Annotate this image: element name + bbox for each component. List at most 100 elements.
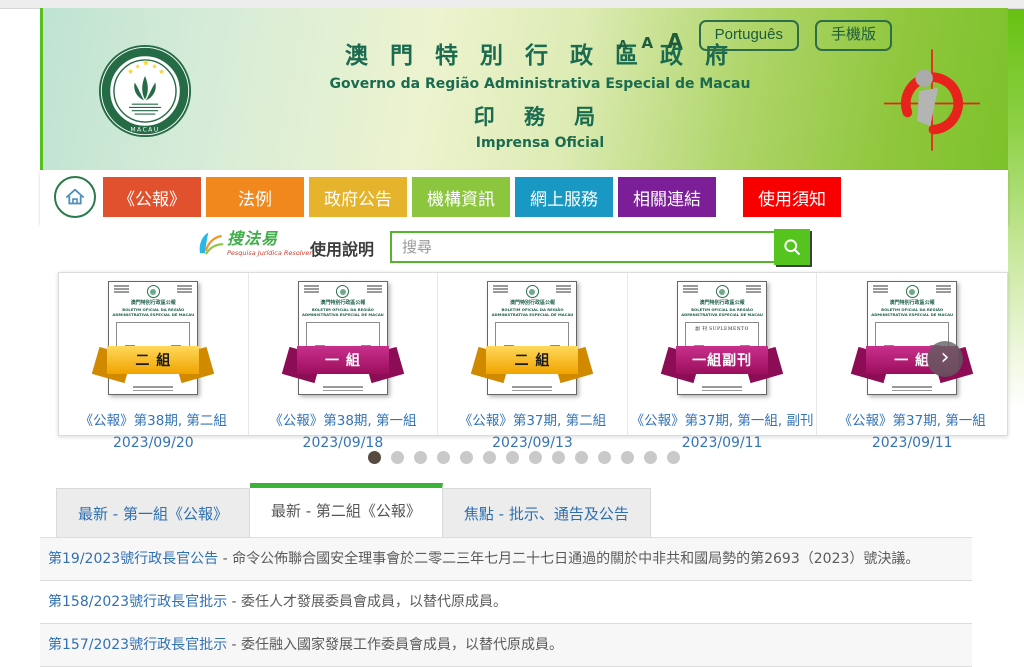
cover-title-zh: 澳門特別行政區公報 <box>868 300 956 307</box>
gazette-link[interactable]: 《公報》第38期, 第二組 <box>59 409 248 429</box>
language-portugues-button[interactable]: Português <box>699 20 799 51</box>
cover-emblem-icon <box>526 285 539 298</box>
soufayi-logo-link[interactable]: 搜法易 Pesquisa Jurídica Resolver <box>196 230 312 257</box>
gazette-link[interactable]: 《公報》第37期, 第一組, 副刊 <box>628 409 817 429</box>
cover-left-caption <box>493 285 508 294</box>
font-size-large-button[interactable]: A <box>667 31 682 51</box>
carousel-dot[interactable] <box>598 451 611 464</box>
cover-emblem-icon <box>336 285 349 298</box>
site-title-block: 澳 門 特 別 行 政 區 政 府 Governo da Região Admi… <box>290 36 790 151</box>
cover-right-caption <box>177 285 192 294</box>
carousel-dot[interactable] <box>483 451 496 464</box>
tab[interactable]: 焦點 - 批示、通告及公告 <box>443 488 651 538</box>
nav-button[interactable]: 使用須知 <box>743 177 841 217</box>
nav-button[interactable]: 法例 <box>206 177 304 217</box>
nav-button[interactable]: 《公報》 <box>103 177 201 217</box>
carousel-dot[interactable] <box>368 451 381 464</box>
carousel-pagination <box>40 449 1008 468</box>
carousel-dot[interactable] <box>575 451 588 464</box>
nav-button[interactable]: 網上服務 <box>515 177 613 217</box>
item-link[interactable]: 第19/2023號行政長官公告 <box>48 551 218 567</box>
cover-title-pt2: ADMINISTRATIVA ESPECIAL DE MACAU <box>488 312 576 317</box>
nav-button[interactable]: 相關連結 <box>618 177 716 217</box>
cover-content-box: 副 刊 SUPLEMENTO <box>306 322 380 368</box>
search-button[interactable] <box>774 229 810 265</box>
bureau-title-zh: 印 務 局 <box>290 101 790 131</box>
cover-title-zh: 澳門特別行政區公報 <box>488 300 576 307</box>
carousel-item: 澳門特別行政區公報 BOLETIM OFICIAL DA REGIÃO ADMI… <box>628 273 818 435</box>
mobile-version-button[interactable]: 手機版 <box>815 20 892 51</box>
cover-title-zh: 澳門特別行政區公報 <box>678 300 766 307</box>
nav-button[interactable]: 政府公告 <box>309 177 407 217</box>
site-header: ★ ★ ★ ★ ★ MACAU 澳 門 特 別 行 政 區 政 府 Govern… <box>40 8 1008 170</box>
carousel-dot[interactable] <box>506 451 519 464</box>
cover-right-caption <box>746 285 761 294</box>
cover-emblem-icon <box>147 285 160 298</box>
cover-content-box: 副 刊 SUPLEMENTO <box>495 322 569 368</box>
cover-title-zh: 澳門特別行政區公報 <box>299 300 387 307</box>
carousel-dot[interactable] <box>529 451 542 464</box>
carousel-dot[interactable] <box>644 451 657 464</box>
imprensa-oficial-logo <box>884 48 980 152</box>
carousel-dot[interactable] <box>460 451 473 464</box>
cover-left-caption <box>683 285 698 294</box>
item-link[interactable]: 第158/2023號行政長官批示 <box>48 594 227 610</box>
carousel-dot[interactable] <box>667 451 680 464</box>
main-navigation: 《公報》法例政府公告機構資訊網上服務相關連結使用須知 <box>40 170 1008 224</box>
cover-emblem-icon <box>716 285 729 298</box>
carousel-dot[interactable] <box>437 451 450 464</box>
home-button[interactable] <box>54 176 96 218</box>
usage-instructions-link[interactable]: 使用說明 <box>310 236 374 260</box>
cover-right-caption <box>936 285 951 294</box>
gazette-cover[interactable]: 澳門特別行政區公報 BOLETIM OFICIAL DA REGIÃO ADMI… <box>487 281 577 395</box>
cover-right-caption <box>556 285 571 294</box>
carousel-dot[interactable] <box>552 451 565 464</box>
carousel-dot[interactable] <box>414 451 427 464</box>
macau-emblem: ★ ★ ★ ★ ★ MACAU <box>98 44 192 138</box>
carousel-next-button[interactable]: › <box>927 341 963 377</box>
search-icon <box>782 237 802 257</box>
item-description: - 委任融入國家發展工作委員會成員，以替代原成員。 <box>227 637 563 653</box>
svg-text:★: ★ <box>127 67 134 76</box>
carousel-item: 澳門特別行政區公報 BOLETIM OFICIAL DA REGIÃO ADMI… <box>438 273 628 435</box>
nav-buttons: 《公報》法例政府公告機構資訊網上服務相關連結使用須知 <box>98 177 841 217</box>
page-background-gradient <box>1008 9 1024 409</box>
search-input[interactable] <box>390 231 782 263</box>
cover-content-box: 副 刊 SUPLEMENTO <box>116 322 190 368</box>
emblem-macau-text: MACAU <box>130 126 159 133</box>
gazette-cover[interactable]: 澳門特別行政區公報 BOLETIM OFICIAL DA REGIÃO ADMI… <box>108 281 198 395</box>
list-item: 第158/2023號行政長官批示 - 委任人才發展委員會成員，以替代原成員。 <box>40 580 972 623</box>
item-description: - 命令公佈聯合國安全理事會於二零二三年七月二十七日通過的關於中非共和國局勢的第… <box>218 551 919 567</box>
cover-right-caption <box>367 285 382 294</box>
cover-title-pt2: ADMINISTRATIVA ESPECIAL DE MACAU <box>678 312 766 317</box>
item-description: - 委任人才發展委員會成員，以替代原成員。 <box>227 594 507 610</box>
header-controls: A A A Português 手機版 <box>604 20 892 51</box>
cover-title-pt2: ADMINISTRATIVA ESPECIAL DE MACAU <box>868 312 956 317</box>
gazette-link[interactable]: 《公報》第38期, 第一組 <box>249 409 438 429</box>
cover-emblem-icon <box>906 285 919 298</box>
cover-left-caption <box>304 285 319 294</box>
cover-title-zh: 澳門特別行政區公報 <box>109 300 197 307</box>
carousel-track: 澳門特別行政區公報 BOLETIM OFICIAL DA REGIÃO ADMI… <box>59 273 1007 435</box>
carousel-dot[interactable] <box>621 451 634 464</box>
tab[interactable]: 最新 - 第二組《公報》 <box>250 483 443 540</box>
tab[interactable]: 最新 - 第一組《公報》 <box>56 488 250 538</box>
cover-left-caption <box>114 285 129 294</box>
font-size-small-button[interactable]: A <box>618 39 627 51</box>
font-size-medium-button[interactable]: A <box>642 36 654 51</box>
gazette-cover[interactable]: 澳門特別行政區公報 BOLETIM OFICIAL DA REGIÃO ADMI… <box>867 281 957 395</box>
item-link[interactable]: 第157/2023號行政長官批示 <box>48 637 227 653</box>
svg-text:★: ★ <box>158 67 165 76</box>
soufayi-logo-zh: 搜法易 <box>227 230 312 248</box>
cover-supplement-label: 副 刊 SUPLEMENTO <box>686 326 758 332</box>
gazette-link[interactable]: 《公報》第37期, 第二組 <box>438 409 627 429</box>
gazette-carousel: 澳門特別行政區公報 BOLETIM OFICIAL DA REGIÃO ADMI… <box>58 272 1008 436</box>
gazette-item-list: 第19/2023號行政長官公告 - 命令公佈聯合國安全理事會於二零二三年七月二十… <box>40 537 972 667</box>
nav-button[interactable]: 機構資訊 <box>412 177 510 217</box>
svg-text:★: ★ <box>152 62 158 70</box>
gazette-cover[interactable]: 澳門特別行政區公報 BOLETIM OFICIAL DA REGIÃO ADMI… <box>677 281 767 395</box>
gazette-link[interactable]: 《公報》第37期, 第一組 <box>817 409 1007 429</box>
svg-text:★: ★ <box>142 58 150 68</box>
carousel-dot[interactable] <box>391 451 404 464</box>
gazette-cover[interactable]: 澳門特別行政區公報 BOLETIM OFICIAL DA REGIÃO ADMI… <box>298 281 388 395</box>
